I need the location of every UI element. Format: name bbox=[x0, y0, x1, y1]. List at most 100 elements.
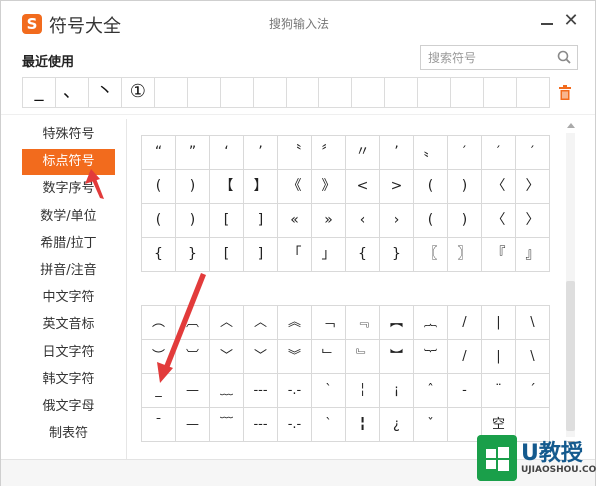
symbol-cell[interactable]: - bbox=[448, 374, 482, 408]
symbol-cell[interactable]: 【 bbox=[210, 170, 244, 204]
recent-symbol-cell[interactable]: 、 bbox=[56, 78, 89, 107]
symbol-cell[interactable]: 》 bbox=[312, 170, 346, 204]
symbol-cell[interactable]: « bbox=[278, 204, 312, 238]
symbol-cell[interactable]: ′ bbox=[482, 136, 516, 170]
symbol-cell[interactable]: ) bbox=[448, 170, 482, 204]
symbol-cell[interactable]: --- bbox=[244, 408, 278, 442]
symbol-cell[interactable]: / bbox=[448, 306, 482, 340]
symbol-cell[interactable]: ︷ bbox=[414, 306, 448, 340]
recent-symbol-cell[interactable]: ① bbox=[122, 78, 155, 107]
symbol-cell[interactable]: 〈 bbox=[482, 170, 516, 204]
symbol-cell[interactable]: ﹃ bbox=[346, 306, 380, 340]
symbol-cell[interactable]: 〟 bbox=[414, 136, 448, 170]
symbol-cell[interactable]: 〖 bbox=[414, 238, 448, 272]
recent-symbol-cell[interactable]: _ bbox=[23, 78, 56, 107]
symbol-cell[interactable]: | bbox=[482, 306, 516, 340]
symbol-cell[interactable]: ╏ bbox=[346, 408, 380, 442]
sidebar-item[interactable]: 制表符 bbox=[22, 421, 115, 447]
symbol-cell[interactable]: 〞 bbox=[312, 136, 346, 170]
recent-symbol-cell[interactable] bbox=[451, 78, 485, 107]
recent-symbol-cell[interactable] bbox=[418, 78, 452, 107]
symbol-cell[interactable]: ﹏ bbox=[210, 374, 244, 408]
symbol-cell[interactable]: ˋ bbox=[312, 374, 346, 408]
symbol-cell[interactable]: ˆ bbox=[414, 374, 448, 408]
symbol-cell[interactable]: — bbox=[176, 374, 210, 408]
symbol-cell[interactable]: ] bbox=[244, 204, 278, 238]
symbol-cell[interactable]: ¨ bbox=[482, 374, 516, 408]
symbol-cell[interactable]: ) bbox=[448, 204, 482, 238]
scroll-up-arrow-icon[interactable] bbox=[567, 123, 575, 128]
symbol-cell[interactable]: } bbox=[380, 238, 414, 272]
symbol-cell[interactable]: ︾ bbox=[278, 340, 312, 374]
symbol-cell[interactable]: _ bbox=[142, 374, 176, 408]
sidebar-item[interactable]: 日文字符 bbox=[22, 340, 115, 366]
symbol-cell[interactable]: ︽ bbox=[278, 306, 312, 340]
symbol-cell[interactable]: -.- bbox=[278, 408, 312, 442]
recent-symbol-cell[interactable] bbox=[254, 78, 287, 107]
sidebar-item[interactable]: 拼音/注音 bbox=[22, 258, 115, 284]
recent-symbol-cell[interactable] bbox=[352, 78, 386, 107]
symbol-cell[interactable]: 《 bbox=[278, 170, 312, 204]
recent-symbol-cell[interactable] bbox=[517, 78, 549, 107]
symbol-cell[interactable]: ¡ bbox=[380, 374, 414, 408]
symbol-cell[interactable]: ˊ bbox=[516, 374, 550, 408]
recent-symbol-cell[interactable] bbox=[319, 78, 353, 107]
recent-symbol-cell[interactable] bbox=[385, 78, 419, 107]
symbol-cell[interactable]: ′ bbox=[448, 136, 482, 170]
sidebar-item[interactable]: 俄文字母 bbox=[22, 394, 115, 420]
symbol-cell[interactable]: » bbox=[312, 204, 346, 238]
trash-icon[interactable] bbox=[558, 85, 572, 100]
symbol-cell[interactable]: ﹀ bbox=[244, 340, 278, 374]
symbol-cell[interactable]: ︵ bbox=[142, 306, 176, 340]
symbol-cell[interactable]: ‘ bbox=[210, 136, 244, 170]
symbol-cell[interactable]: [ bbox=[210, 204, 244, 238]
symbol-cell[interactable]: { bbox=[346, 238, 380, 272]
symbol-cell[interactable]: \ bbox=[516, 340, 550, 374]
recent-symbol-cell[interactable] bbox=[188, 78, 221, 107]
recent-symbol-cell[interactable] bbox=[221, 78, 254, 107]
symbol-cell[interactable]: — bbox=[176, 408, 210, 442]
sidebar-item[interactable]: 数学/单位 bbox=[22, 204, 115, 230]
symbol-cell[interactable]: ﹂ bbox=[312, 340, 346, 374]
symbol-cell[interactable]: ︹ bbox=[176, 306, 210, 340]
symbol-cell[interactable]: ︻ bbox=[380, 306, 414, 340]
recent-symbol-cell[interactable] bbox=[155, 78, 188, 107]
symbol-cell[interactable]: ) bbox=[176, 170, 210, 204]
symbol-cell[interactable]: | bbox=[482, 340, 516, 374]
search-icon[interactable] bbox=[557, 50, 571, 64]
search-input[interactable] bbox=[421, 46, 553, 69]
symbol-cell[interactable]: ╎ bbox=[346, 374, 380, 408]
symbol-cell[interactable]: ︿ bbox=[210, 306, 244, 340]
symbol-cell[interactable]: ( bbox=[414, 204, 448, 238]
symbol-cell[interactable]: ︼ bbox=[380, 340, 414, 374]
symbol-cell[interactable]: { bbox=[142, 238, 176, 272]
symbol-cell[interactable]: ︶ bbox=[142, 340, 176, 374]
symbol-cell[interactable]: ¯ bbox=[142, 408, 176, 442]
scroll-thumb[interactable] bbox=[566, 281, 575, 431]
symbol-cell[interactable]: ( bbox=[142, 170, 176, 204]
symbol-cell[interactable]: ︺ bbox=[176, 340, 210, 374]
sidebar-item[interactable]: 英文音标 bbox=[22, 312, 115, 338]
symbol-cell[interactable]: 』 bbox=[516, 238, 550, 272]
sidebar-item[interactable]: 标点符号 bbox=[22, 149, 115, 176]
symbol-cell[interactable]: ′ bbox=[516, 136, 550, 170]
symbol-cell[interactable]: -.- bbox=[278, 374, 312, 408]
sidebar-item[interactable]: 数字序号 bbox=[22, 176, 115, 202]
symbol-cell[interactable]: ˇ bbox=[414, 408, 448, 442]
symbol-cell[interactable]: ) bbox=[176, 204, 210, 238]
symbol-cell[interactable]: ﹄ bbox=[346, 340, 380, 374]
symbol-cell[interactable]: ( bbox=[414, 170, 448, 204]
symbol-cell[interactable]: 〈 bbox=[482, 204, 516, 238]
recent-symbol-cell[interactable] bbox=[484, 78, 518, 107]
symbol-cell[interactable]: ˋ bbox=[312, 408, 346, 442]
close-button[interactable]: ✕ bbox=[562, 12, 580, 30]
symbol-cell[interactable]: 〗 bbox=[448, 238, 482, 272]
symbol-cell[interactable]: 『 bbox=[482, 238, 516, 272]
recent-symbol-cell[interactable]: 丶 bbox=[89, 78, 122, 107]
symbol-cell[interactable]: ’ bbox=[244, 136, 278, 170]
symbol-cell[interactable]: < bbox=[346, 170, 380, 204]
symbol-cell[interactable]: › bbox=[380, 204, 414, 238]
symbol-cell[interactable]: 「 bbox=[278, 238, 312, 272]
symbol-cell[interactable]: 〃 bbox=[346, 136, 380, 170]
symbol-cell[interactable]: [ bbox=[210, 238, 244, 272]
